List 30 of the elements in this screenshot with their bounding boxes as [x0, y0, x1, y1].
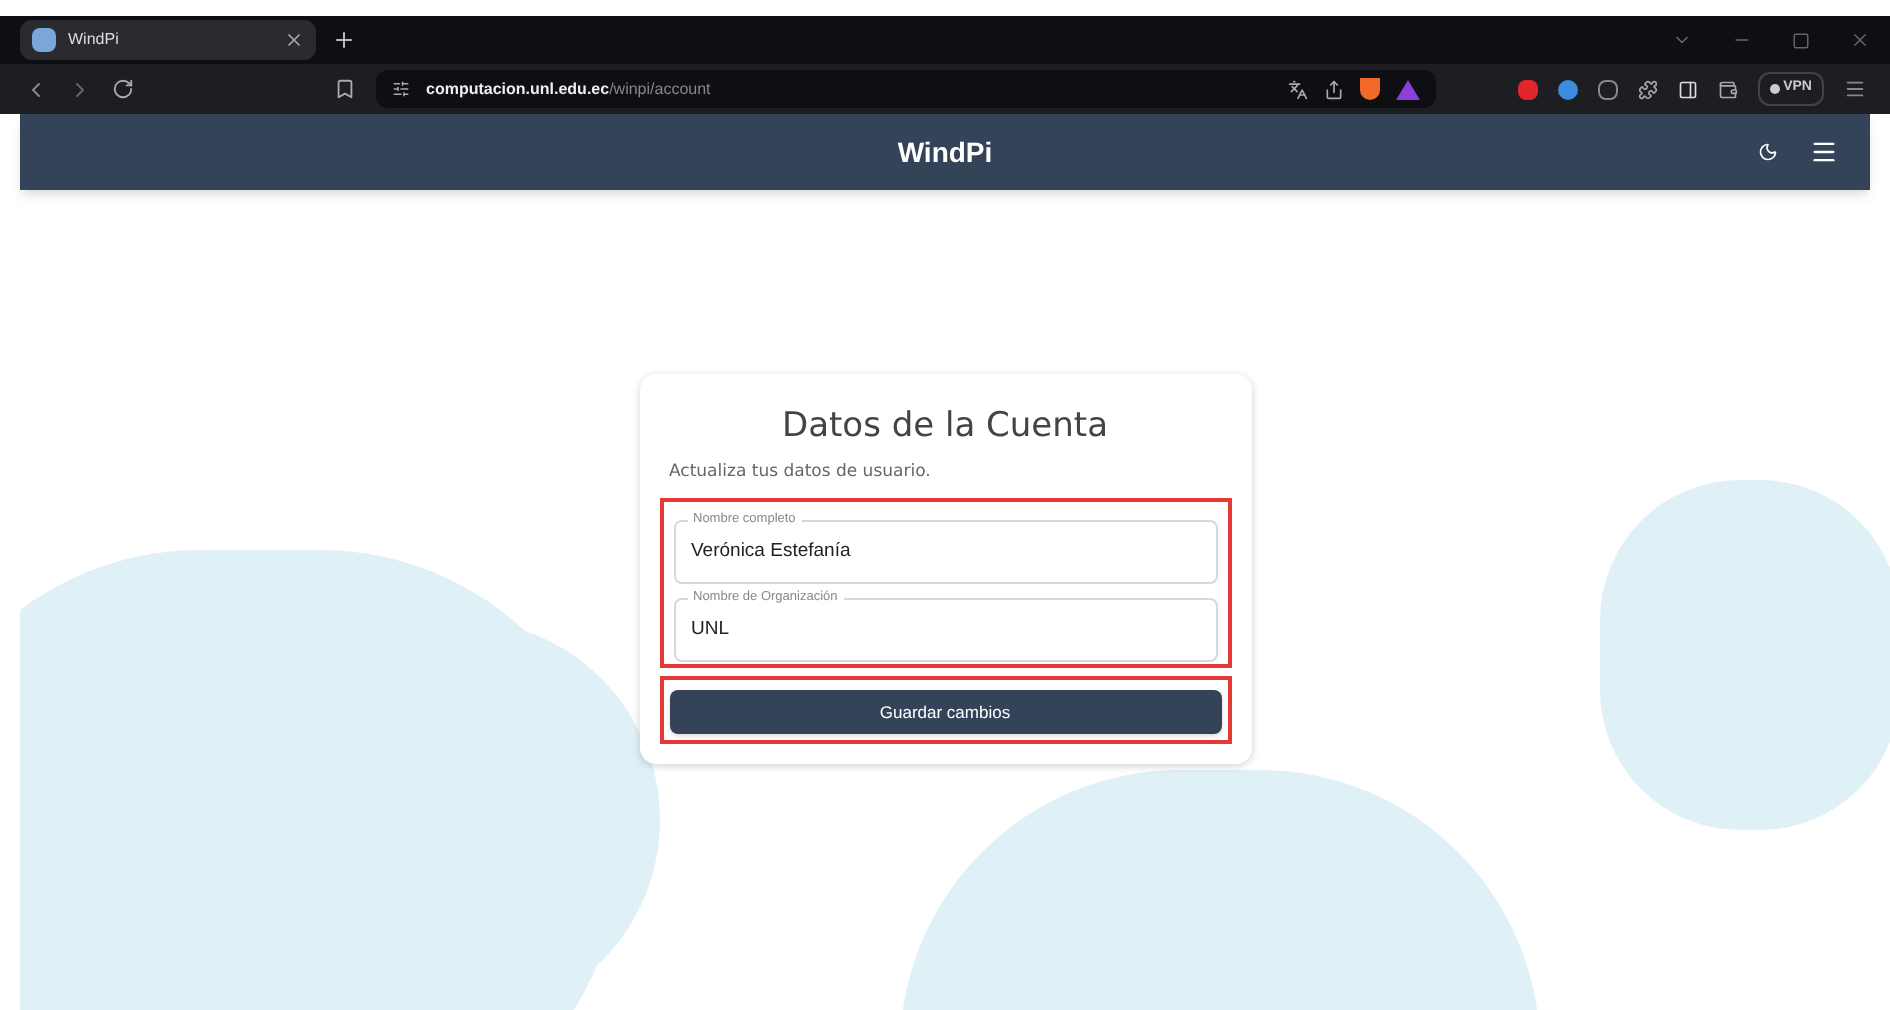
reload-icon[interactable] [112, 78, 134, 100]
favicon-icon [32, 28, 56, 52]
bookmark-icon[interactable] [334, 78, 356, 100]
sidebar-icon[interactable] [1677, 79, 1698, 99]
menu-icon[interactable] [1810, 138, 1838, 166]
wallet-icon[interactable] [1717, 79, 1738, 99]
extension-icon[interactable] [1557, 79, 1578, 99]
field-value: Verónica Estefanía [691, 537, 851, 566]
close-icon[interactable] [284, 30, 304, 50]
field-value: UNL [691, 615, 730, 644]
extension-icon[interactable] [1517, 79, 1538, 99]
browser-tab[interactable]: WindPi [20, 20, 316, 60]
site-settings-icon[interactable] [392, 80, 410, 98]
url-text: computacion.unl.edu.ec/winpi/account [426, 77, 713, 101]
maximize-icon[interactable] [1792, 31, 1810, 49]
new-tab-icon[interactable] [332, 28, 356, 52]
menu-icon[interactable] [1844, 78, 1866, 100]
extension-icon[interactable] [1597, 79, 1618, 99]
tab-title: WindPi [68, 28, 121, 52]
card-subtitle: Actualiza tus datos de usuario. [669, 460, 933, 486]
puzzle-icon[interactable] [1637, 79, 1658, 99]
shield-icon[interactable] [1360, 78, 1380, 100]
share-icon[interactable] [1324, 79, 1344, 99]
address-field[interactable]: computacion.unl.edu.ec/winpi/account [376, 70, 1436, 108]
dark-mode-icon[interactable] [1758, 142, 1778, 162]
translate-icon[interactable] [1288, 79, 1308, 99]
app-title: WindPi [897, 133, 993, 171]
card-title: Datos de la Cuenta [780, 406, 1110, 449]
close-icon[interactable] [1850, 30, 1870, 50]
save-button[interactable]: Guardar cambios [669, 690, 1221, 735]
